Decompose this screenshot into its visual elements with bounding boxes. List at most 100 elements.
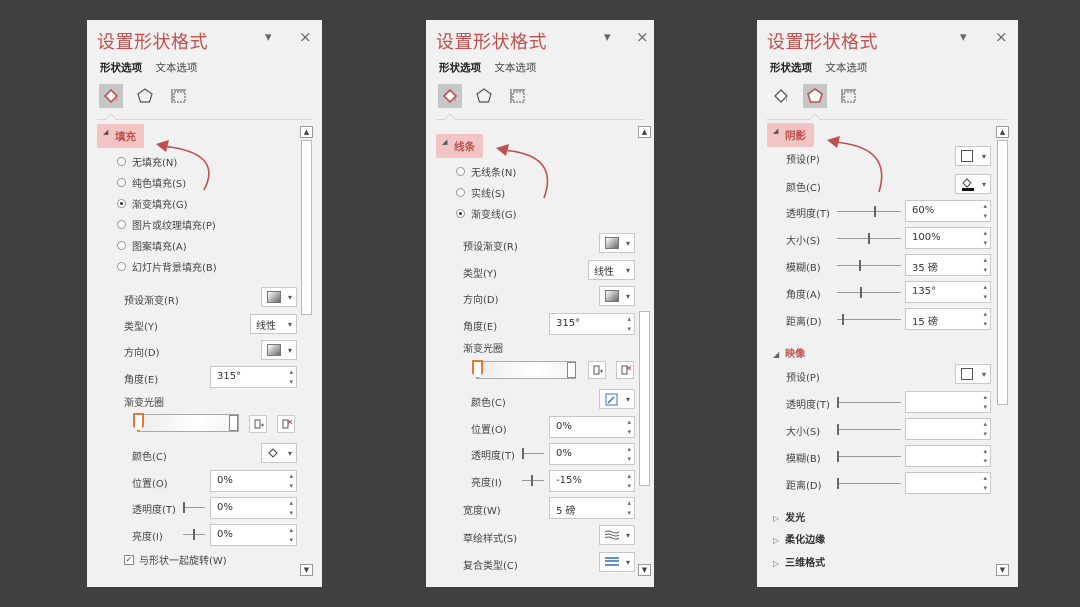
fill-line-icon[interactable]: [769, 84, 793, 108]
size-properties-icon[interactable]: [837, 84, 861, 108]
position-input[interactable]: 0%: [549, 416, 635, 438]
line-section-header[interactable]: 线条: [436, 134, 483, 158]
radio-no-line[interactable]: 无线条(N): [456, 164, 516, 179]
radio-solid-fill[interactable]: 纯色填充(S): [117, 175, 186, 190]
close-button[interactable]: ×: [299, 28, 312, 46]
size-properties-icon[interactable]: [506, 84, 530, 108]
transparency-slider[interactable]: [522, 448, 544, 459]
reflection-row-slider[interactable]: [837, 424, 901, 435]
reflection-preset-dropdown[interactable]: [955, 364, 991, 384]
slider-thumb[interactable]: [837, 397, 839, 408]
reflection-row-input[interactable]: [905, 418, 991, 440]
shadow-row-input[interactable]: 15 磅: [905, 308, 991, 330]
shadow-row-slider[interactable]: [837, 314, 901, 325]
scroll-thumb[interactable]: [301, 140, 312, 315]
color-dropdown[interactable]: [599, 389, 635, 409]
tab-shape-options[interactable]: 形状选项: [100, 62, 142, 74]
effects-pentagon-icon[interactable]: [133, 84, 157, 108]
glow-section-header[interactable]: ▷ 发光: [773, 509, 805, 524]
reflection-section-header[interactable]: ◢ 映像: [773, 345, 805, 360]
scroll-down-button[interactable]: ▼: [996, 564, 1009, 576]
transparency-input[interactable]: 0%: [210, 497, 297, 519]
effects-pentagon-icon[interactable]: [803, 84, 827, 108]
shadow-preset-dropdown[interactable]: [955, 146, 991, 166]
remove-gradient-stop-button[interactable]: [616, 361, 634, 379]
shadow-row-slider[interactable]: [837, 233, 901, 244]
radio-gradient-line[interactable]: 渐变线(G): [456, 206, 517, 221]
brightness-input[interactable]: 0%: [210, 524, 297, 546]
fill-section-header[interactable]: 填充: [97, 124, 144, 148]
vertical-scrollbar[interactable]: ▲ ▼: [996, 126, 1009, 576]
radio-no-fill[interactable]: 无填充(N): [117, 154, 177, 169]
panel-options-dropdown[interactable]: ▾: [960, 30, 967, 45]
angle-input[interactable]: 315°: [549, 313, 635, 335]
shadow-row-input[interactable]: 60%: [905, 200, 991, 222]
add-gradient-stop-button[interactable]: [249, 415, 267, 433]
type-dropdown[interactable]: 线性: [588, 260, 635, 280]
shadow-row-slider[interactable]: [837, 206, 901, 217]
reflection-row-input[interactable]: [905, 472, 991, 494]
shadow-color-dropdown[interactable]: [955, 174, 991, 194]
width-input[interactable]: 5 磅: [549, 497, 635, 519]
shadow-row-slider[interactable]: [837, 260, 901, 271]
3d-format-section-header[interactable]: ▷ 三维格式: [773, 554, 825, 569]
radio-gradient-fill[interactable]: 渐变填充(G): [117, 196, 188, 211]
compound-type-dropdown[interactable]: [599, 552, 635, 572]
effects-pentagon-icon[interactable]: [472, 84, 496, 108]
scroll-down-button[interactable]: ▼: [638, 564, 651, 576]
gradient-stops-bar[interactable]: [137, 414, 239, 432]
panel-options-dropdown[interactable]: ▾: [604, 30, 611, 45]
transparency-slider[interactable]: [183, 502, 205, 513]
tab-shape-options[interactable]: 形状选项: [770, 62, 812, 74]
size-properties-icon[interactable]: [167, 84, 191, 108]
fill-line-icon[interactable]: [99, 84, 123, 108]
transparency-input[interactable]: 0%: [549, 443, 635, 465]
slider-thumb[interactable]: [874, 206, 876, 217]
shadow-row-input[interactable]: 35 磅: [905, 254, 991, 276]
fill-line-icon[interactable]: [438, 84, 462, 108]
tab-text-options[interactable]: 文本选项: [825, 62, 867, 74]
slider-thumb[interactable]: [868, 233, 870, 244]
tab-shape-options[interactable]: 形状选项: [439, 62, 481, 74]
soft-edges-section-header[interactable]: ▷ 柔化边缘: [773, 531, 825, 546]
tab-text-options[interactable]: 文本选项: [155, 62, 197, 74]
gradient-stop[interactable]: [229, 415, 238, 431]
gradient-stop[interactable]: [567, 362, 576, 378]
slider-thumb[interactable]: [860, 287, 862, 298]
type-dropdown[interactable]: 线性: [250, 314, 297, 334]
scroll-up-button[interactable]: ▲: [638, 126, 651, 138]
scroll-thumb[interactable]: [639, 311, 650, 486]
radio-slide-background-fill[interactable]: 幻灯片背景填充(B): [117, 259, 217, 274]
brightness-slider[interactable]: [522, 475, 544, 486]
scroll-up-button[interactable]: ▲: [996, 126, 1009, 138]
direction-dropdown[interactable]: [261, 340, 297, 360]
vertical-scrollbar[interactable]: ▲ ▼: [638, 126, 651, 576]
add-gradient-stop-button[interactable]: [588, 361, 606, 379]
preset-gradient-dropdown[interactable]: [599, 233, 635, 253]
vertical-scrollbar[interactable]: ▲ ▼: [300, 126, 313, 576]
radio-picture-fill[interactable]: 图片或纹理填充(P): [117, 217, 216, 232]
scroll-down-button[interactable]: ▼: [300, 564, 313, 576]
brightness-input[interactable]: -15%: [549, 470, 635, 492]
shadow-row-input[interactable]: 100%: [905, 227, 991, 249]
angle-input[interactable]: 315°: [210, 366, 297, 388]
brightness-slider[interactable]: [183, 529, 205, 540]
sketch-style-dropdown[interactable]: [599, 525, 635, 545]
slider-thumb[interactable]: [837, 451, 839, 462]
shadow-section-header[interactable]: 阴影: [767, 123, 814, 147]
panel-options-dropdown[interactable]: ▾: [265, 30, 272, 45]
remove-gradient-stop-button[interactable]: [277, 415, 295, 433]
scroll-up-button[interactable]: ▲: [300, 126, 313, 138]
slider-thumb[interactable]: [837, 424, 839, 435]
position-input[interactable]: 0%: [210, 470, 297, 492]
close-button[interactable]: ×: [995, 28, 1008, 46]
shadow-row-slider[interactable]: [837, 287, 901, 298]
shadow-row-input[interactable]: 135°: [905, 281, 991, 303]
direction-dropdown[interactable]: [599, 286, 635, 306]
slider-thumb[interactable]: [837, 478, 839, 489]
scroll-thumb[interactable]: [997, 140, 1008, 405]
tab-text-options[interactable]: 文本选项: [494, 62, 536, 74]
preset-gradient-dropdown[interactable]: [261, 287, 297, 307]
close-button[interactable]: ×: [636, 28, 649, 46]
gradient-stops-bar[interactable]: [476, 361, 576, 379]
